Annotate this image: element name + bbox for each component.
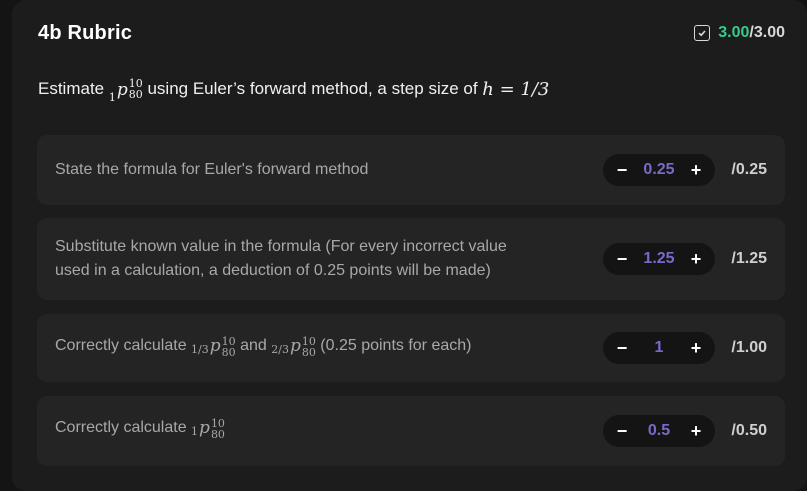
points-value[interactable]: 1 xyxy=(655,339,664,357)
survival-probability-symbol: 1 p 10 80 xyxy=(191,417,225,441)
criterion-label: Correctly calculate 1 p 10 80 xyxy=(55,417,225,441)
points-stepper: − 1.25 + xyxy=(603,243,715,275)
increment-button[interactable]: + xyxy=(689,160,703,181)
rubric-title: 4b Rubric xyxy=(38,22,133,44)
survival-probability-symbol: 1 p 10 80 xyxy=(108,77,143,104)
criterion-label: Substitute known value in the formula (F… xyxy=(55,238,507,279)
decrement-button[interactable]: − xyxy=(615,338,629,359)
increment-button[interactable]: + xyxy=(689,249,703,270)
points-max: /0.50 xyxy=(731,422,767,439)
points-stepper: − 0.5 + xyxy=(603,415,715,447)
points-stepper: − 0.25 + xyxy=(603,154,715,186)
points-max: /1.25 xyxy=(731,250,767,267)
criterion-card: Substitute known value in the formula (F… xyxy=(37,218,785,300)
prompt-prefix: Estimate xyxy=(38,79,109,98)
criterion-label: State the formula for Euler's forward me… xyxy=(55,161,369,178)
score-total: /3.00 xyxy=(749,24,785,41)
decrement-button[interactable]: − xyxy=(615,160,629,181)
decrement-button[interactable]: − xyxy=(615,249,629,270)
survival-probability-symbol: 1/3 p 10 80 xyxy=(191,335,236,359)
step-size-expression: h = 1/3 xyxy=(482,78,550,100)
decrement-button[interactable]: − xyxy=(615,421,629,442)
prompt-middle: using Euler’s forward method, a step siz… xyxy=(142,79,483,98)
criterion-label: Correctly calculate 1/3 p 10 80 and 2/3 p… xyxy=(55,335,472,359)
criterion-card: State the formula for Euler's forward me… xyxy=(37,135,785,205)
points-max: /0.25 xyxy=(731,161,767,178)
criterion-card: Correctly calculate 1/3 p 10 80 and 2/3 p… xyxy=(37,314,785,382)
checkbox-check-icon xyxy=(694,25,711,41)
increment-button[interactable]: + xyxy=(689,421,703,442)
points-value[interactable]: 0.5 xyxy=(648,422,670,440)
survival-probability-symbol: 2/3 p 10 80 xyxy=(271,335,316,359)
question-prompt: Estimate 1 p 10 80 using Euler’s forward … xyxy=(38,77,550,104)
points-value[interactable]: 1.25 xyxy=(643,250,674,268)
increment-button[interactable]: + xyxy=(689,338,703,359)
points-max: /1.00 xyxy=(731,339,767,356)
points-value[interactable]: 0.25 xyxy=(643,161,674,179)
score-earned: 3.00 xyxy=(718,24,750,41)
points-stepper: − 1 + xyxy=(603,332,715,364)
score-summary: 3.00/3.00 xyxy=(694,24,785,42)
criterion-card: Correctly calculate 1 p 10 80 − 0.5 + /0.… xyxy=(37,396,785,466)
